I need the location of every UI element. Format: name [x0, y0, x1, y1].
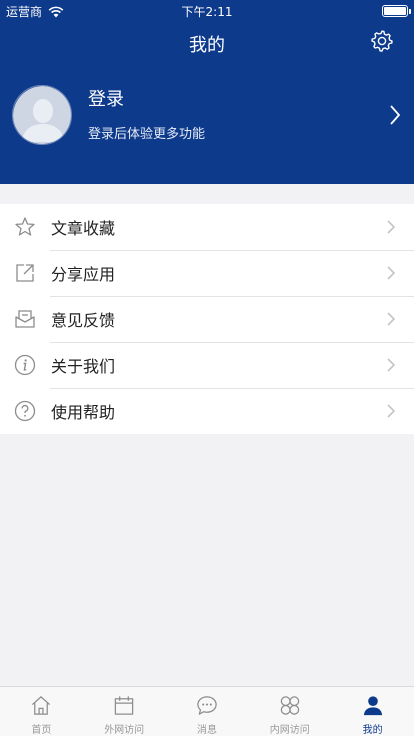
menu-item-favorites[interactable]: 文章收藏: [0, 204, 414, 250]
tab-mine[interactable]: 我的: [331, 687, 414, 736]
menu-item-share[interactable]: 分享应用: [0, 250, 414, 296]
tab-messages[interactable]: 消息: [166, 687, 249, 736]
user-silhouette-icon: [13, 86, 71, 144]
chevron-right-icon: [387, 266, 396, 280]
user-icon: [363, 696, 382, 716]
profile-login-row[interactable]: 登录 登录后体验更多功能: [12, 84, 402, 146]
chevron-right-icon: [390, 105, 401, 125]
clover-icon: [280, 696, 300, 715]
menu-item-about[interactable]: 关于我们: [0, 342, 414, 388]
message-icon: [197, 696, 217, 715]
chevron-right-icon: [387, 404, 396, 418]
tab-bar: 首页 外网访问 消息 内网访问 我的: [0, 686, 414, 736]
tab-external[interactable]: 外网访问: [83, 687, 166, 736]
tab-label: 我的: [362, 725, 383, 736]
header: 运营商 下午2:11 我的 登录 登录后体验更多功能: [0, 0, 414, 184]
share-icon: [16, 264, 34, 282]
star-icon: [15, 217, 35, 236]
chevron-right-icon: [387, 358, 396, 372]
menu-item-label: 文章收藏: [51, 219, 116, 238]
menu-item-label: 分享应用: [51, 265, 116, 284]
chevron-right-icon: [387, 220, 396, 234]
login-subtitle: 登录后体验更多功能: [88, 126, 206, 142]
calendar-icon: [114, 696, 134, 715]
settings-menu: 文章收藏 分享应用 意见反馈 关于我们 使用帮助: [0, 204, 414, 434]
avatar: [12, 85, 72, 145]
battery-icon: [382, 5, 411, 17]
feedback-icon: [15, 310, 35, 328]
info-icon: [14, 354, 36, 376]
tab-label: 外网访问: [104, 725, 145, 736]
status-bar: 运营商 下午2:11: [0, 0, 414, 22]
tab-home[interactable]: 首页: [0, 687, 83, 736]
status-time: 下午2:11: [181, 5, 233, 19]
page-title: 我的: [189, 35, 225, 56]
tab-label: 内网访问: [269, 725, 310, 736]
menu-item-help[interactable]: 使用帮助: [0, 388, 414, 434]
home-icon: [32, 696, 51, 715]
menu-item-feedback[interactable]: 意见反馈: [0, 296, 414, 342]
chevron-right-icon: [387, 312, 396, 326]
menu-item-label: 意见反馈: [51, 311, 116, 330]
menu-item-label: 使用帮助: [51, 403, 116, 422]
tab-label: 首页: [31, 725, 52, 736]
menu-item-label: 关于我们: [51, 357, 116, 376]
gear-icon[interactable]: [370, 29, 394, 53]
login-label: 登录: [88, 88, 124, 110]
profile-text: 登录 登录后体验更多功能: [88, 89, 388, 142]
tab-internal[interactable]: 内网访问: [248, 687, 331, 736]
help-icon: [14, 400, 36, 422]
tab-label: 消息: [196, 725, 217, 736]
